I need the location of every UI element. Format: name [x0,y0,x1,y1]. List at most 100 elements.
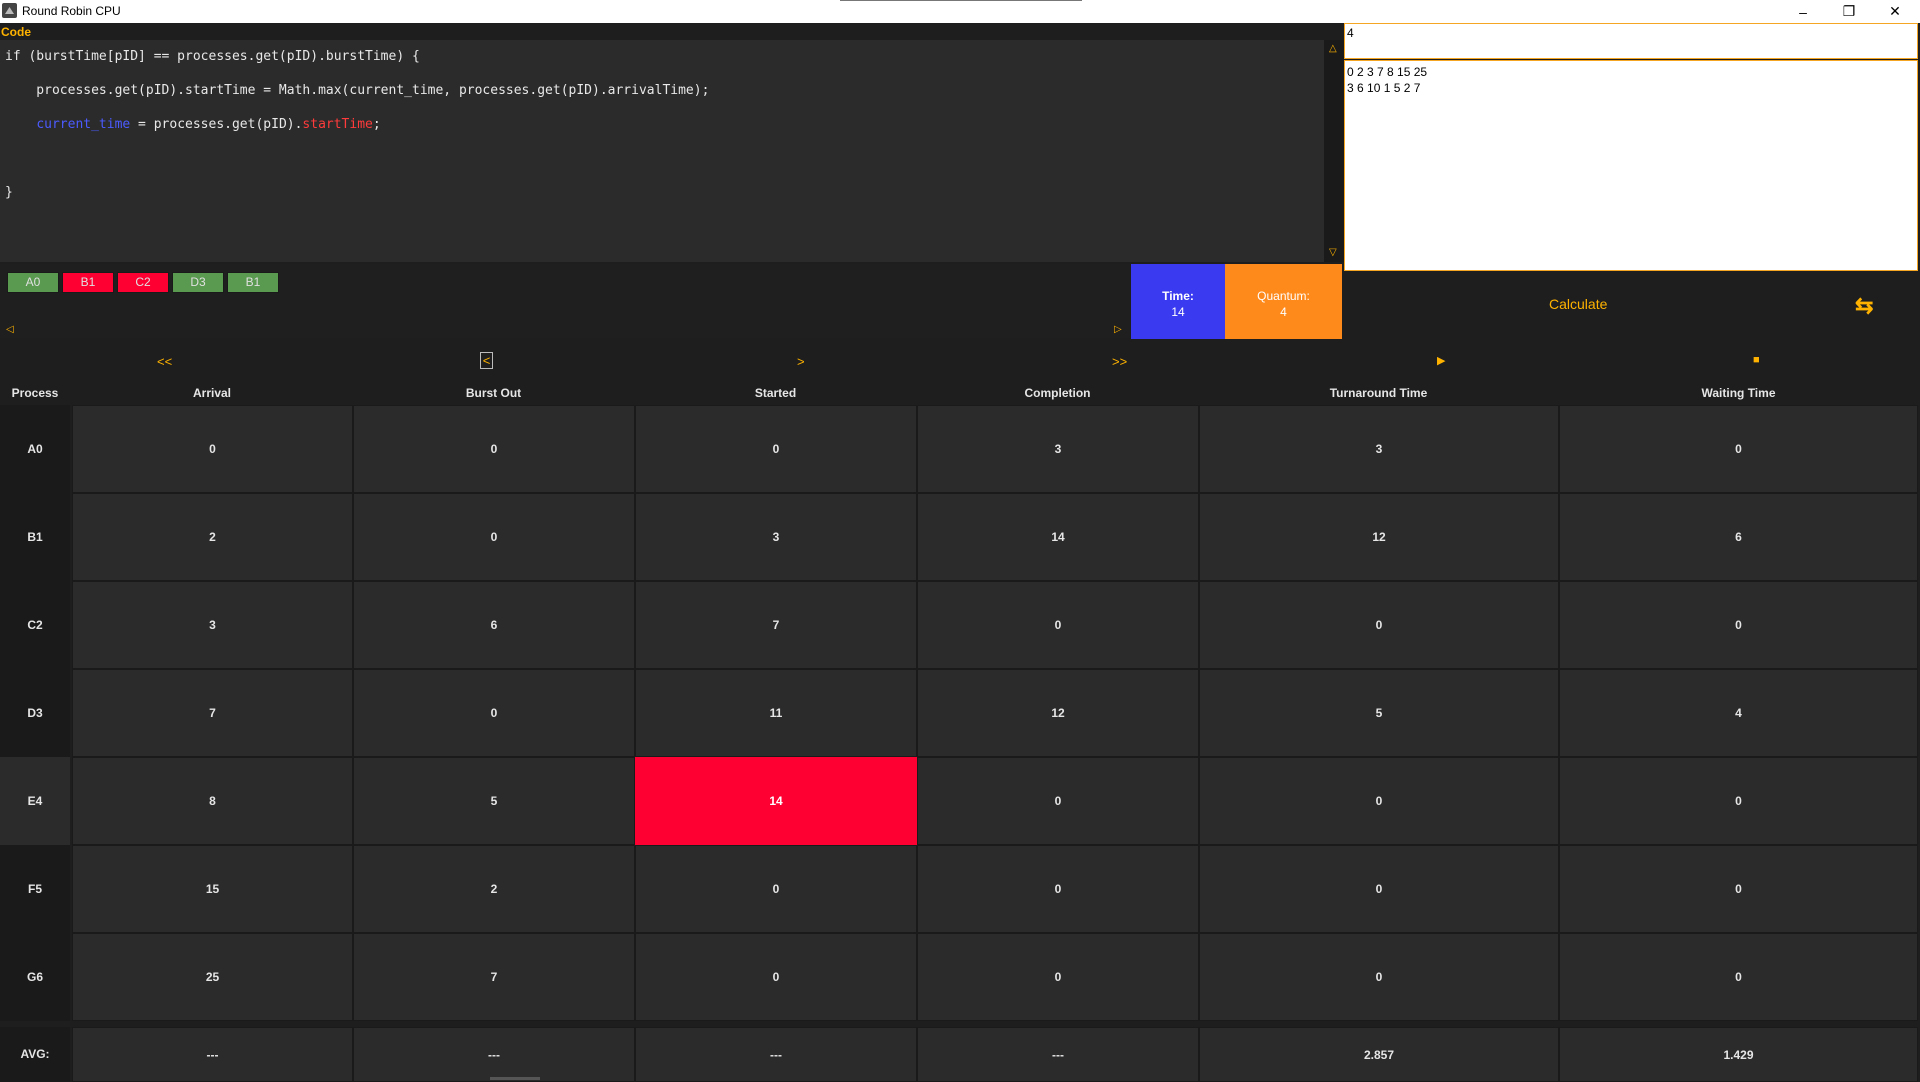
avg-cell: --- [72,1027,353,1082]
scroll-right-icon[interactable]: ▷ [1114,324,1122,335]
row-label: E4 [0,757,70,845]
table-cell[interactable]: 0 [1199,933,1559,1021]
avg-cell: --- [635,1027,917,1082]
time-label: Time: [1162,289,1194,303]
column-header: Burst Out [465,386,522,400]
play-icon[interactable]: ▶ [1437,354,1445,367]
code-token-variable: current_time [36,117,131,132]
column-header: Arrival [192,386,232,400]
gantt-chip: B1 [62,272,114,293]
column-header: Started [754,386,797,400]
quantum-value: 4 [1280,305,1287,319]
gantt-chip: B1 [227,272,279,293]
avg-cell: 1.429 [1559,1027,1918,1082]
gantt-chip: C2 [117,272,169,293]
table-cell[interactable]: 0 [917,581,1199,669]
avg-cell: 2.857 [1199,1027,1559,1082]
table-cell[interactable]: 4 [1559,669,1918,757]
table-cell[interactable]: 14 [635,757,917,845]
table-cell[interactable]: 0 [353,405,635,493]
next-step-button[interactable]: > [797,354,805,369]
title-drag-indicator [840,0,1082,1]
scroll-up-icon[interactable]: △ [1329,43,1337,54]
table-cell[interactable]: 11 [635,669,917,757]
process-data-input[interactable]: 0 2 3 7 8 15 25 3 6 10 1 5 2 7 [1344,60,1918,271]
calculate-button[interactable]: Calculate [1549,296,1607,312]
table-cell[interactable]: 0 [1199,581,1559,669]
last-step-button[interactable]: >> [1112,354,1127,369]
code-line: if (burstTime[pID] == processes.get(pID)… [5,49,420,64]
table-cell[interactable]: 0 [635,845,917,933]
table-cell[interactable]: 0 [917,757,1199,845]
minimize-button[interactable]: – [1780,0,1826,23]
quantum-indicator: Quantum: 4 [1225,264,1342,339]
table-cell[interactable]: 0 [1559,845,1918,933]
time-value: 14 [1171,305,1185,319]
table-cell[interactable]: 14 [917,493,1199,581]
window-title: Round Robin CPU [22,4,121,18]
code-line: current_time = processes.get(pID).startT… [5,117,380,132]
table-cell[interactable]: 0 [917,845,1199,933]
stop-icon[interactable]: ■ [1753,354,1760,366]
table-cell[interactable]: 3 [1199,405,1559,493]
first-step-button[interactable]: << [157,354,172,369]
table-cell[interactable]: 6 [1559,493,1918,581]
scroll-down-icon[interactable]: ▽ [1329,247,1337,258]
quantum-input[interactable]: 4 [1344,23,1918,59]
close-button[interactable]: ✕ [1872,0,1918,23]
table-cell[interactable]: 0 [72,405,353,493]
gantt-chip: D3 [172,272,224,293]
restore-button[interactable]: ❐ [1826,0,1872,23]
table-cell[interactable]: 7 [353,933,635,1021]
title-bar: Round Robin CPU – ❐ ✕ [0,0,1920,23]
table-cell[interactable]: 0 [917,933,1199,1021]
table-cell[interactable]: 25 [72,933,353,1021]
table-cell[interactable]: 0 [635,933,917,1021]
table-cell[interactable]: 7 [635,581,917,669]
swap-icon[interactable]: ⇆ [1855,293,1873,319]
code-line: } [5,185,13,200]
playback-controls: << < > >> ▶ ■ [0,342,1920,382]
avg-label: AVG: [0,1027,70,1082]
avg-cell: --- [353,1027,635,1082]
input-line: 0 2 3 7 8 15 25 [1347,65,1428,79]
table-cell[interactable]: 12 [1199,493,1559,581]
table-cell[interactable]: 0 [635,405,917,493]
table-cell[interactable]: 0 [1559,405,1918,493]
row-label: A0 [0,405,70,493]
table-cell[interactable]: 8 [72,757,353,845]
table-cell[interactable]: 0 [1199,757,1559,845]
scroll-left-icon[interactable]: ◁ [6,324,14,335]
table-cell[interactable]: 2 [353,845,635,933]
table-cell[interactable]: 0 [353,493,635,581]
table-cell[interactable]: 15 [72,845,353,933]
quantum-label: Quantum: [1257,289,1310,303]
table-cell[interactable]: 3 [635,493,917,581]
table-cell[interactable]: 12 [917,669,1199,757]
table-cell[interactable]: 0 [1199,845,1559,933]
gantt-strip: A0 B1 C2 D3 B1 ◁ ▷ [0,264,1130,338]
code-editor[interactable]: if (burstTime[pID] == processes.get(pID)… [0,40,1324,262]
table-cell[interactable]: 7 [72,669,353,757]
table-cell[interactable]: 0 [1559,933,1918,1021]
table-cell[interactable]: 3 [917,405,1199,493]
code-scrollbar[interactable]: △ ▽ [1324,40,1344,262]
table-cell[interactable]: 6 [353,581,635,669]
avg-cell: --- [917,1027,1199,1082]
table-cell[interactable]: 0 [353,669,635,757]
table-cell[interactable]: 5 [353,757,635,845]
row-label: G6 [0,933,70,1021]
row-label: B1 [0,493,70,581]
app-icon [2,3,17,18]
column-header: Completion [1024,386,1091,400]
code-line: processes.get(pID).startTime = Math.max(… [5,83,710,98]
table-cell[interactable]: 3 [72,581,353,669]
prev-step-button[interactable]: < [480,352,493,369]
column-header: Waiting Time [1701,386,1776,400]
table-cell[interactable]: 0 [1559,757,1918,845]
table-cell[interactable]: 2 [72,493,353,581]
row-label: F5 [0,845,70,933]
table-cell[interactable]: 5 [1199,669,1559,757]
table-cell[interactable]: 0 [1559,581,1918,669]
